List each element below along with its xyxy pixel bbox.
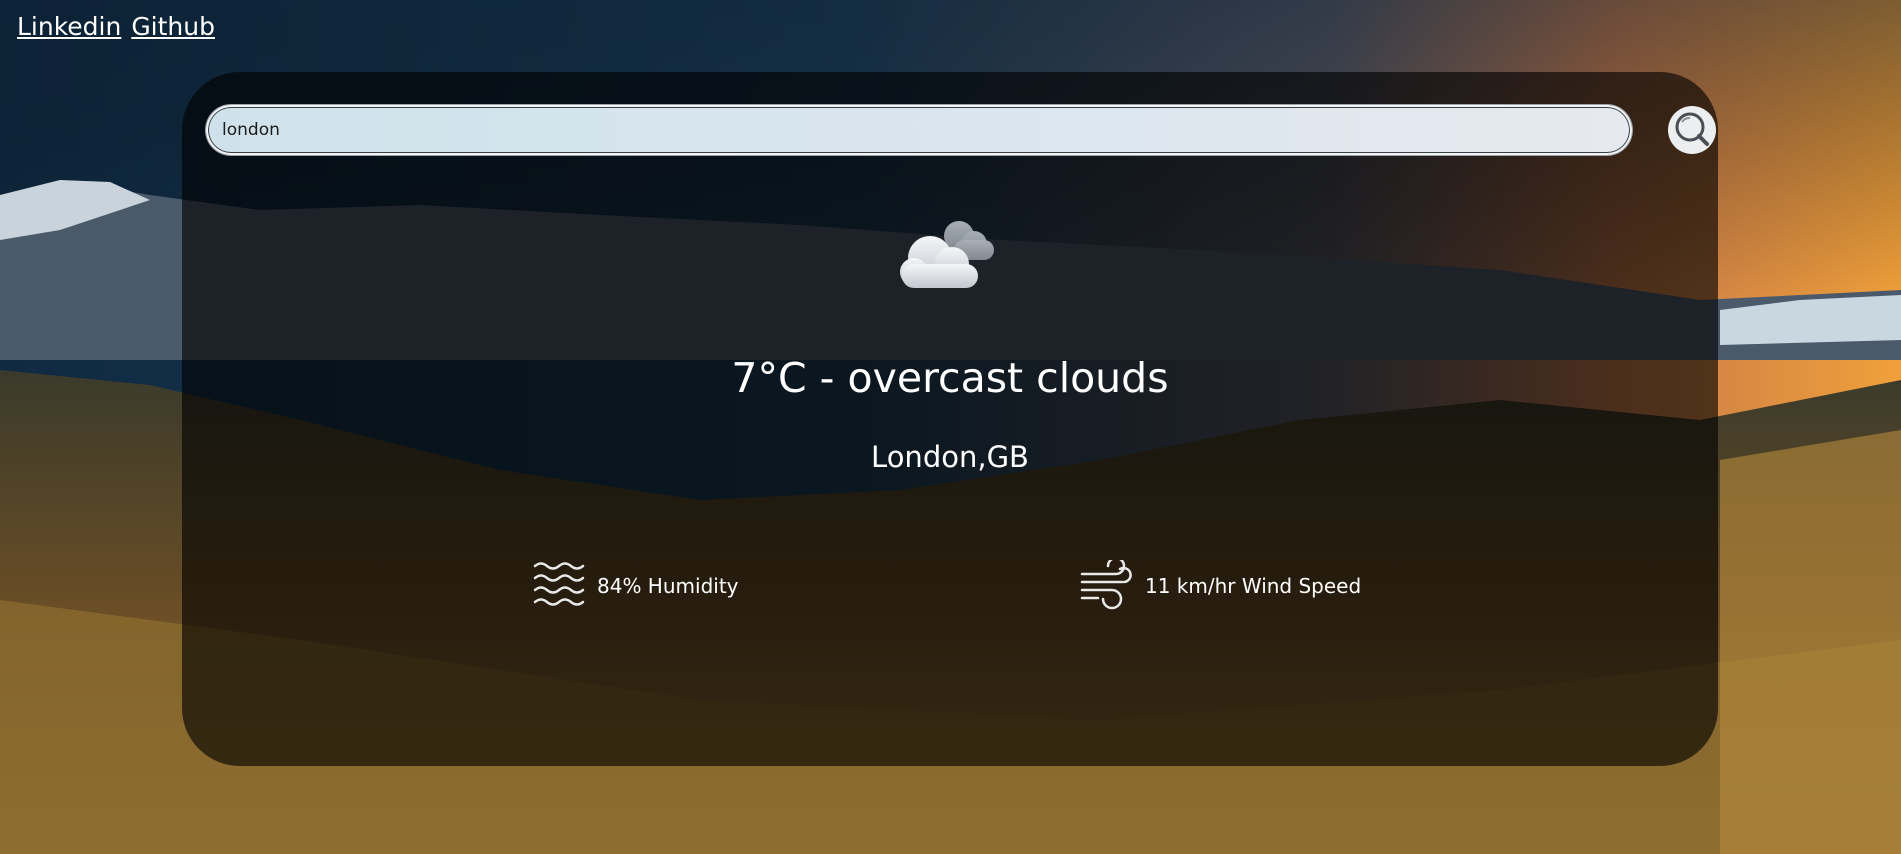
wind-label: 11 km/hr Wind Speed (1145, 574, 1362, 598)
search-icon (1675, 112, 1709, 146)
wind-icon (1080, 560, 1132, 610)
cloud-icon (900, 221, 994, 288)
search-input[interactable] (206, 105, 1632, 155)
weather-card: 7°C - overcast clouds London,GB 84% Humi… (182, 72, 1718, 766)
search-button[interactable] (1668, 106, 1716, 154)
location-label: London,GB (871, 440, 1029, 474)
humidity-stat: 84% Humidity (532, 560, 739, 612)
search-bar (206, 105, 1716, 155)
temperature-summary: 7°C - overcast clouds (731, 354, 1169, 402)
waves-icon (533, 562, 585, 606)
top-nav: Linkedin Github (17, 12, 217, 41)
linkedin-link[interactable]: Linkedin (17, 12, 121, 41)
github-link[interactable]: Github (131, 12, 215, 41)
humidity-label: 84% Humidity (597, 574, 739, 598)
wind-stat: 11 km/hr Wind Speed (1080, 560, 1361, 612)
